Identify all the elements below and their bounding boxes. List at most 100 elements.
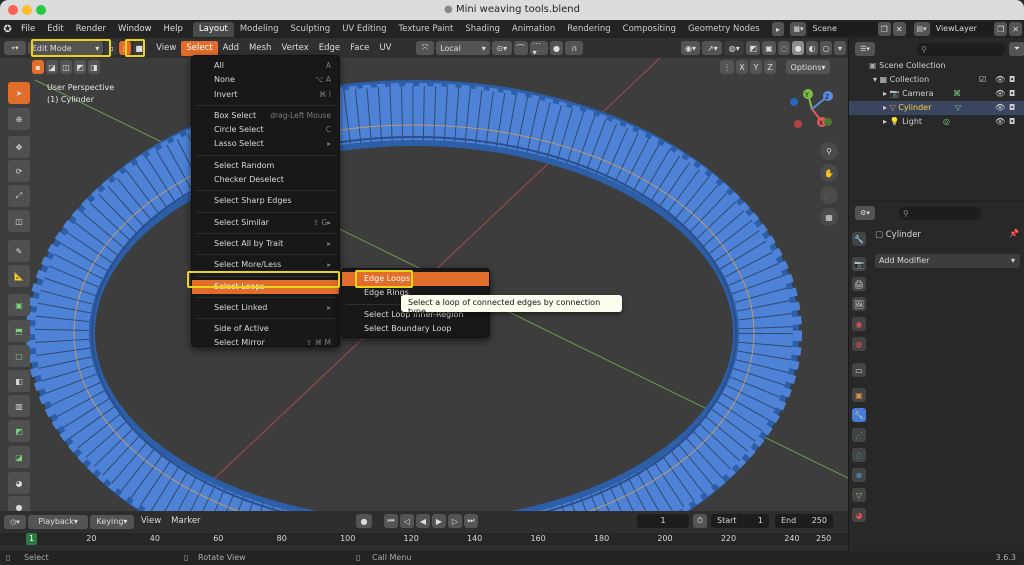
- scene-tab-icon[interactable]: ◉: [852, 317, 866, 331]
- measure-tool-icon[interactable]: 📐: [8, 265, 30, 287]
- menu-item-select-mirror[interactable]: Select Mirror ⇧ ⌘ M: [192, 336, 339, 350]
- select-new-icon[interactable]: ▪: [32, 60, 44, 74]
- transform-tool-icon[interactable]: ◫: [8, 210, 30, 232]
- app-menu-window[interactable]: Window: [112, 24, 158, 34]
- menu-item-select-loops[interactable]: Select Loops ▸: [192, 279, 339, 294]
- scene-field[interactable]: Scene: [808, 22, 878, 36]
- pin-icon[interactable]: 📌: [1009, 229, 1019, 238]
- menu-item-select-linked[interactable]: Select Linked ▸: [192, 301, 339, 315]
- viewport-menu-select[interactable]: Select: [181, 40, 218, 56]
- collection-tab-icon[interactable]: ▭: [852, 363, 866, 377]
- minimize-window-button[interactable]: [22, 5, 32, 15]
- play-reverse-icon[interactable]: ◀: [416, 514, 430, 528]
- viewport-menu-add[interactable]: Add: [218, 41, 244, 56]
- modifier-tab-icon[interactable]: 🔧: [852, 408, 866, 422]
- timeline-view-menu[interactable]: View: [136, 514, 166, 529]
- viewport-menu-mesh[interactable]: Mesh: [244, 41, 276, 56]
- select-tool-icon[interactable]: ➤: [8, 82, 30, 104]
- menu-item-checker-deselect[interactable]: Checker Deselect: [192, 173, 339, 187]
- view-layer-tab-icon[interactable]: 🖼: [852, 297, 866, 311]
- gizmo-icon[interactable]: ↗▾: [702, 41, 723, 55]
- mirror-y-button[interactable]: Y: [750, 60, 762, 74]
- blender-logo-icon[interactable]: ✪: [0, 24, 15, 35]
- spin-tool-icon[interactable]: ◕: [8, 472, 30, 494]
- snap-target-icon[interactable]: ⋯▾: [529, 39, 548, 57]
- keying-dropdown[interactable]: Keying ▾: [90, 514, 134, 529]
- menu-item-select-random[interactable]: Select Random: [192, 159, 339, 173]
- properties-search-input[interactable]: ⚲: [899, 206, 981, 220]
- render-properties-tab-icon[interactable]: 📷: [852, 257, 866, 271]
- outliner-item-light[interactable]: ▸ 💡 Light ◎ 👁 ◘: [849, 115, 1024, 129]
- rotate-tool-icon[interactable]: ⟳: [8, 160, 30, 182]
- viewport-menu-vertex[interactable]: Vertex: [276, 41, 313, 56]
- timeline-marker-menu[interactable]: Marker: [166, 514, 205, 529]
- navigation-gizmo[interactable]: Y Z X: [784, 84, 840, 134]
- data-tab-icon[interactable]: ▽: [852, 488, 866, 502]
- menu-item-select-sharp-edges[interactable]: Select Sharp Edges: [192, 194, 339, 208]
- app-menu-help[interactable]: Help: [158, 24, 189, 34]
- clock-icon[interactable]: ⏱: [693, 514, 707, 528]
- falloff-icon[interactable]: ∩: [565, 41, 584, 55]
- tab-texture-paint[interactable]: Texture Paint: [393, 22, 460, 37]
- outliner-search-input[interactable]: ⚲: [917, 42, 1005, 56]
- close-window-button[interactable]: [8, 5, 18, 15]
- output-properties-tab-icon[interactable]: 🖨: [852, 277, 866, 291]
- menu-item-select-boundary-loop[interactable]: Select Boundary Loop: [342, 322, 489, 336]
- zoom-view-icon[interactable]: ⚲: [820, 142, 838, 160]
- smooth-tool-icon[interactable]: ●: [8, 496, 30, 511]
- eye-icon[interactable]: 👁: [995, 115, 1005, 129]
- scene-collection-row[interactable]: ▣ Scene Collection: [849, 59, 1024, 73]
- mesh-edit-overlay-icon[interactable]: ◩: [746, 41, 761, 55]
- select-invert-icon[interactable]: ◩: [74, 60, 86, 74]
- world-tab-icon[interactable]: ◍: [852, 337, 866, 351]
- viewport-menu-face[interactable]: Face: [345, 41, 374, 56]
- visibility-icon[interactable]: ◉▾: [680, 41, 701, 55]
- outliner-filter-icon[interactable]: ⏷: [1009, 42, 1024, 56]
- outliner-item-camera[interactable]: ▸ 📷 Camera ⌘ 👁 ◘: [849, 87, 1024, 101]
- object-tab-icon[interactable]: ▣: [852, 388, 866, 402]
- tab-layout[interactable]: Layout: [192, 21, 234, 37]
- viewport-menu-uv[interactable]: UV: [374, 41, 396, 56]
- viewlayer-browse-icon[interactable]: ▤▾: [913, 22, 930, 36]
- tab-modeling[interactable]: Modeling: [234, 22, 285, 37]
- timeline-editor-icon[interactable]: ◷▾: [4, 514, 26, 529]
- camera-render-icon[interactable]: ◘: [1009, 115, 1015, 129]
- camera-render-icon[interactable]: ◘: [1009, 73, 1015, 87]
- menu-item-circle-select[interactable]: Circle Select C: [192, 123, 339, 137]
- mirror-x-button[interactable]: X: [736, 60, 748, 74]
- viewport-menu-view[interactable]: View: [151, 41, 181, 56]
- move-tool-icon[interactable]: ✥: [8, 136, 30, 158]
- knife-tool-icon[interactable]: ◩: [8, 420, 30, 442]
- edge-select-icon[interactable]: ▯: [119, 41, 132, 55]
- material-shading-icon[interactable]: ◐: [806, 41, 819, 55]
- app-menu-edit[interactable]: Edit: [41, 24, 69, 34]
- end-frame-field[interactable]: End 250: [775, 514, 833, 528]
- bevel-tool-icon[interactable]: ◧: [8, 370, 30, 392]
- properties-editor-icon[interactable]: ⚙▾: [855, 206, 875, 220]
- poly-build-tool-icon[interactable]: ◪: [8, 446, 30, 468]
- menu-item-all[interactable]: All A: [192, 59, 339, 73]
- menu-item-invert[interactable]: Invert ⌘ I: [192, 88, 339, 102]
- scene-browse-icon[interactable]: ▦▾: [790, 22, 807, 36]
- current-frame-field[interactable]: 1: [637, 514, 689, 528]
- options-dropdown[interactable]: Options ▾: [786, 60, 830, 74]
- menu-item-edge-loops[interactable]: Edge Loops: [342, 272, 489, 287]
- vertex-select-icon[interactable]: ▫: [105, 41, 118, 55]
- mode-dropdown[interactable]: Edit Mode ▾: [27, 41, 104, 55]
- annotate-tool-icon[interactable]: ✎: [8, 240, 30, 262]
- zoom-window-button[interactable]: [36, 5, 46, 15]
- tab-compositing[interactable]: Compositing: [617, 22, 682, 37]
- new-scene-icon[interactable]: ❐: [877, 22, 891, 36]
- add-modifier-dropdown[interactable]: Add Modifier ▾: [875, 254, 1020, 268]
- overlay-icon[interactable]: ◍▾: [724, 41, 745, 55]
- perspective-toggle-icon[interactable]: ▦: [820, 208, 838, 226]
- jump-end-icon[interactable]: ⏭: [464, 514, 478, 528]
- particles-tab-icon[interactable]: ⋰: [852, 428, 866, 442]
- face-select-icon[interactable]: ■: [133, 41, 146, 55]
- delete-viewlayer-icon[interactable]: ✕: [1009, 22, 1022, 36]
- new-viewlayer-icon[interactable]: ❐: [994, 22, 1008, 36]
- playback-dropdown[interactable]: Playback ▾: [28, 514, 88, 529]
- xray-icon[interactable]: ▣: [762, 41, 777, 55]
- collection-row[interactable]: ▾ ▦ Collection ☑ 👁 ◘: [849, 73, 1024, 87]
- menu-item-none[interactable]: None ⌥ A: [192, 73, 339, 87]
